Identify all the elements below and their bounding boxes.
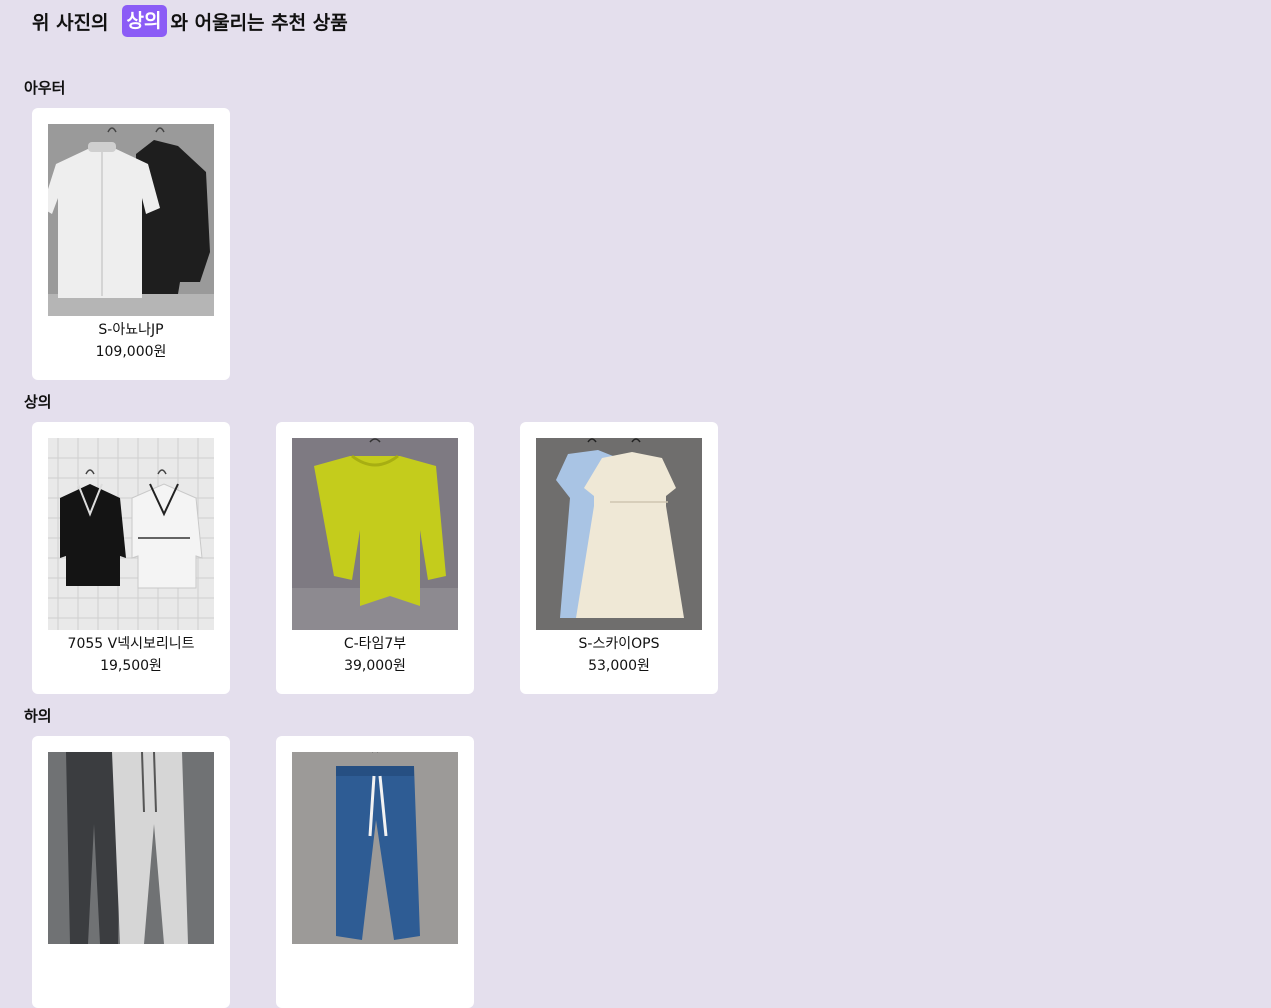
- product-image[interactable]: [48, 752, 214, 944]
- product-price: 39,000원: [344, 658, 406, 674]
- product-image[interactable]: [536, 438, 702, 630]
- product-image[interactable]: [48, 124, 214, 316]
- section-label-outer: 아우터: [24, 79, 66, 97]
- product-image[interactable]: [48, 438, 214, 630]
- section-label-bottom: 하의: [24, 707, 52, 725]
- product-name[interactable]: 7055 V넥시보리니트: [48, 633, 214, 655]
- product-name[interactable]: C-타임7부: [292, 633, 458, 655]
- product-card[interactable]: C-타임7부 39,000원: [276, 422, 474, 694]
- category-badge: 상의: [121, 5, 167, 37]
- title-prefix: 위 사진의: [32, 11, 109, 34]
- product-card[interactable]: 7055 V넥시보리니트 19,500원: [32, 422, 230, 694]
- product-card[interactable]: S-아뇨나JP 109,000원: [32, 108, 230, 380]
- product-row-top: 7055 V넥시보리니트 19,500원 C-타임7부 39,000원 S-스카…: [32, 422, 718, 694]
- title-suffix: 와 어울리는 추천 상품: [170, 11, 348, 34]
- section-label-top: 상의: [24, 393, 52, 411]
- product-name[interactable]: S-아뇨나JP: [48, 319, 214, 341]
- product-price: 109,000원: [95, 344, 167, 360]
- product-image[interactable]: [292, 438, 458, 630]
- product-card[interactable]: [276, 736, 474, 1008]
- product-row-outer: S-아뇨나JP 109,000원: [32, 108, 230, 380]
- product-card[interactable]: S-스카이OPS 53,000원: [520, 422, 718, 694]
- product-price: 19,500원: [100, 658, 162, 674]
- page-title: 위 사진의 상의 와 어울리는 추천 상품: [32, 4, 348, 38]
- product-price: 53,000원: [588, 658, 650, 674]
- product-name[interactable]: S-스카이OPS: [536, 633, 702, 655]
- product-row-bottom: [32, 736, 474, 1008]
- product-image[interactable]: [292, 752, 458, 944]
- product-card[interactable]: [32, 736, 230, 1008]
